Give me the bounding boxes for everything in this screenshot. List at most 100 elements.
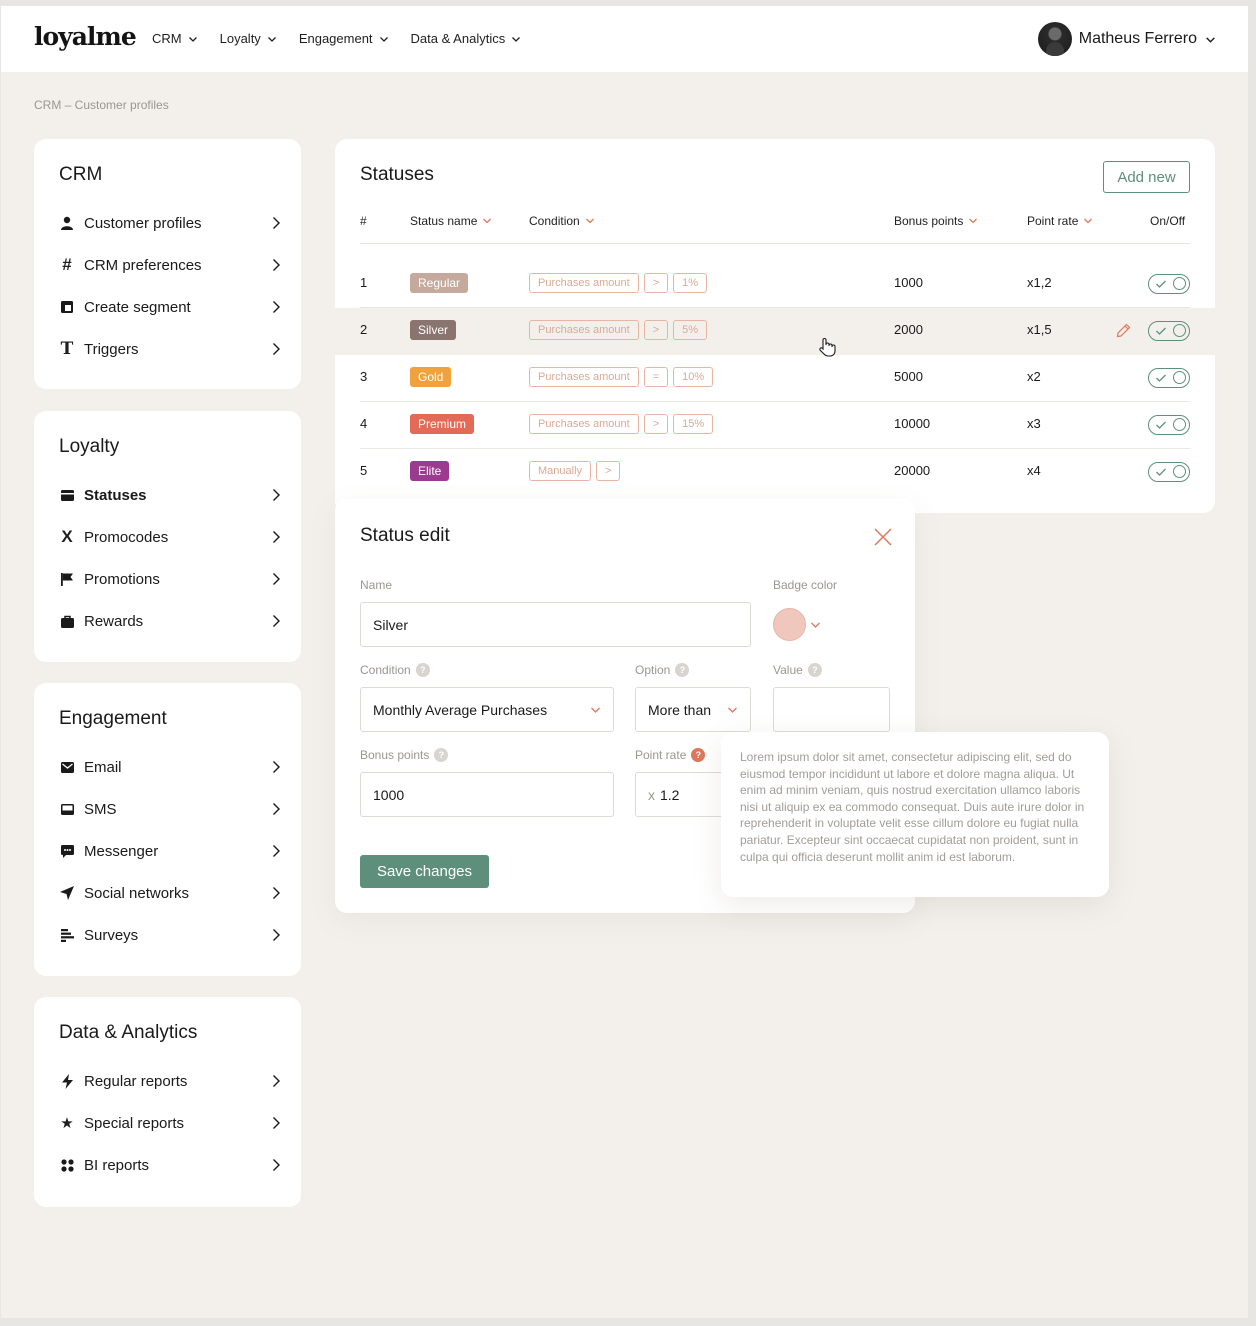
chevron-down-icon[interactable] bbox=[810, 620, 821, 630]
option-select[interactable]: More than bbox=[635, 687, 751, 732]
help-icon[interactable]: ? bbox=[415, 663, 430, 677]
help-icon[interactable]: ? bbox=[434, 748, 449, 762]
sidebar-card-data-analytics: Data & Analytics Regular reports ★ Speci… bbox=[34, 997, 301, 1207]
field-label: Value bbox=[773, 663, 803, 677]
table-row[interactable]: 2 Silver Purchases amount > 5% 2000 x1,5 bbox=[335, 308, 1215, 357]
sidebar-item-statuses[interactable]: Statuses bbox=[59, 483, 281, 507]
app-frame: loyalme CRM Loyalty Engagement Data & An… bbox=[1, 6, 1248, 1318]
condition-chip: > bbox=[643, 320, 669, 340]
nav-engagement[interactable]: Engagement bbox=[299, 31, 389, 46]
breadcrumb[interactable]: CRM – Customer profiles bbox=[34, 98, 169, 112]
sidebar-item-triggers[interactable]: T Triggers bbox=[59, 337, 281, 361]
field-label: Condition bbox=[360, 663, 411, 677]
status-toggle[interactable] bbox=[1148, 368, 1190, 388]
sidebar-item-promocodes[interactable]: X Promocodes bbox=[59, 525, 281, 549]
sidebar-item-create-segment[interactable]: Create segment bbox=[59, 295, 281, 319]
sidebar-item-sms[interactable]: SMS bbox=[59, 797, 281, 821]
help-icon[interactable]: ? bbox=[807, 663, 822, 677]
status-toggle[interactable] bbox=[1148, 274, 1190, 294]
bonus-points: 20000 bbox=[894, 463, 931, 478]
sidebar-card-engagement: Engagement Email SMS Messenger Social ne… bbox=[34, 683, 301, 976]
sidebar-item-label: Regular reports bbox=[84, 1072, 188, 1090]
condition-chip: Purchases amount bbox=[529, 367, 639, 387]
condition-chip: Manually bbox=[529, 461, 592, 481]
sort-chevron-icon bbox=[585, 218, 594, 224]
badge-color-swatch[interactable] bbox=[773, 608, 806, 641]
nav-loyalty[interactable]: Loyalty bbox=[220, 31, 277, 46]
check-icon bbox=[1156, 468, 1166, 476]
point-rate: x1,2 bbox=[1027, 275, 1052, 290]
chevron-right-icon bbox=[273, 929, 280, 941]
sidebar-item-special-reports[interactable]: ★ Special reports bbox=[59, 1111, 281, 1135]
chevron-right-icon bbox=[273, 615, 280, 627]
column-header-bonus-points[interactable]: Bonus points bbox=[894, 214, 978, 228]
add-new-button[interactable]: Add new bbox=[1103, 161, 1190, 193]
sidebar-item-surveys[interactable]: Surveys bbox=[59, 923, 281, 947]
condition-chips: Purchases amount > 1% bbox=[529, 273, 708, 293]
sidebar-item-regular-reports[interactable]: Regular reports bbox=[59, 1069, 281, 1093]
status-toggle[interactable] bbox=[1148, 462, 1190, 482]
input-prefix: x bbox=[648, 786, 655, 803]
save-changes-button[interactable]: Save changes bbox=[360, 855, 489, 888]
chevron-down-icon bbox=[512, 36, 521, 42]
point-rate: x2 bbox=[1027, 369, 1041, 384]
nav-label: CRM bbox=[152, 31, 182, 46]
toggle-knob bbox=[1173, 418, 1186, 431]
status-badge: Gold bbox=[410, 367, 452, 387]
value-input[interactable] bbox=[773, 687, 890, 732]
help-icon[interactable]: ? bbox=[691, 748, 706, 762]
column-label: # bbox=[360, 214, 367, 228]
sidebar-item-label: Social networks bbox=[84, 884, 190, 902]
condition-select[interactable]: Monthly Average Purchases bbox=[360, 687, 614, 732]
sidebar-item-email[interactable]: Email bbox=[59, 755, 281, 779]
sidebar-item-label: Statuses bbox=[84, 486, 147, 504]
sidebar-item-social-networks[interactable]: Social networks bbox=[59, 881, 281, 905]
logo[interactable]: loyalme bbox=[34, 22, 137, 51]
star-icon: ★ bbox=[60, 1115, 74, 1132]
column-header-point-rate[interactable]: Point rate bbox=[1027, 214, 1093, 228]
sidebar-item-promotions[interactable]: Promotions bbox=[59, 567, 281, 591]
condition-chip: 5% bbox=[673, 320, 708, 340]
help-icon[interactable]: ? bbox=[675, 663, 690, 677]
pencil-icon[interactable] bbox=[1116, 323, 1131, 338]
nav-label: Engagement bbox=[298, 31, 373, 46]
point-rate-label: Point rate? bbox=[635, 748, 706, 762]
card-icon bbox=[59, 487, 75, 503]
sidebar-item-label: SMS bbox=[84, 800, 117, 818]
sidebar-item-label: BI reports bbox=[84, 1156, 150, 1174]
table-row[interactable]: 1 Regular Purchases amount > 1% 1000 x1,… bbox=[335, 261, 1215, 308]
bonus-points-input[interactable]: 1000 bbox=[360, 772, 614, 817]
status-badge: Elite bbox=[410, 461, 450, 481]
column-header-number: # bbox=[360, 214, 367, 228]
nav-crm[interactable]: CRM bbox=[152, 31, 198, 46]
point-rate: x4 bbox=[1027, 463, 1041, 478]
status-toggle[interactable] bbox=[1148, 321, 1190, 341]
name-input[interactable]: Silver bbox=[360, 602, 751, 647]
table-row[interactable]: 4 Premium Purchases amount > 15% 10000 x… bbox=[335, 402, 1215, 449]
nav-data-analytics[interactable]: Data & Analytics bbox=[411, 31, 522, 46]
sidebar-item-label: Triggers bbox=[84, 340, 139, 358]
sidebar-item-rewards[interactable]: Rewards bbox=[59, 609, 281, 633]
sidebar-item-bi-reports[interactable]: BI reports bbox=[59, 1153, 281, 1177]
send-icon bbox=[59, 885, 75, 901]
field-value: 1000 bbox=[373, 786, 405, 803]
table-row[interactable]: 5 Elite Manually > 20000 x4 bbox=[335, 449, 1215, 496]
table-row[interactable]: 3 Gold Purchases amount = 10% 5000 x2 bbox=[335, 355, 1215, 402]
chevron-right-icon bbox=[273, 531, 280, 543]
condition-chip: 10% bbox=[673, 367, 714, 387]
sidebar-section-title: Loyalty bbox=[59, 436, 120, 457]
sidebar-section-title: Data & Analytics bbox=[59, 1022, 198, 1043]
chevron-right-icon bbox=[273, 761, 280, 773]
sidebar-item-crm-preferences[interactable]: # CRM preferences bbox=[59, 253, 281, 277]
column-header-status-name[interactable]: Status name bbox=[410, 214, 492, 228]
chevron-right-icon bbox=[273, 845, 280, 857]
status-toggle[interactable] bbox=[1148, 415, 1190, 435]
column-header-condition[interactable]: Condition bbox=[529, 214, 595, 228]
bonus-points: 5000 bbox=[894, 369, 923, 384]
user-menu[interactable]: Matheus Ferrero bbox=[1037, 22, 1216, 56]
sidebar-item-customer-profiles[interactable]: Customer profiles bbox=[59, 211, 281, 235]
close-icon[interactable] bbox=[873, 527, 893, 547]
chevron-right-icon bbox=[273, 573, 280, 585]
chevron-right-icon bbox=[273, 259, 280, 271]
sidebar-item-messenger[interactable]: Messenger bbox=[59, 839, 281, 863]
